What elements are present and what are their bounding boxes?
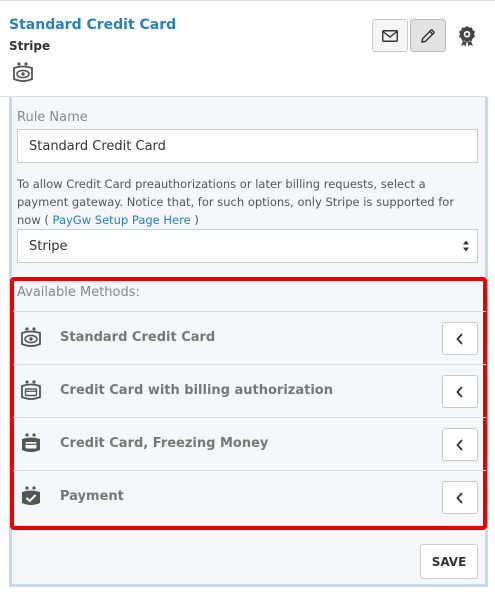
card-filled-wallet-icon	[22, 433, 40, 452]
eye-wallet-icon	[21, 327, 41, 347]
chevron-left-icon	[456, 438, 463, 451]
save-button[interactable]: SAVE	[420, 544, 478, 579]
method-label: Credit Card, Freezing Money	[60, 436, 269, 451]
pencil-icon	[421, 28, 435, 43]
gateway-select-value: Stripe	[29, 238, 68, 254]
rule-name-input[interactable]	[17, 129, 478, 163]
method-label: Standard Credit Card	[60, 330, 216, 345]
chevron-left-icon	[456, 332, 463, 345]
gateway-title: Standard Credit Card	[9, 17, 177, 33]
available-methods-title: Available Methods:	[17, 285, 140, 300]
gateway-header: Standard Credit Card Stripe	[0, 0, 495, 97]
email-button[interactable]	[372, 19, 408, 52]
method-row: Credit Card with billing authorization	[13, 364, 486, 417]
method-label: Credit Card with billing authorization	[60, 383, 333, 398]
method-row: Standard Credit Card	[13, 311, 486, 364]
check-wallet-icon	[22, 486, 40, 505]
method-row: Credit Card, Freezing Money	[13, 417, 486, 470]
edit-button[interactable]	[410, 19, 446, 52]
envelope-icon	[382, 29, 398, 42]
help-text-end: )	[190, 213, 199, 227]
select-arrows-icon	[463, 240, 469, 252]
paygw-setup-link[interactable]: PayGw Setup Page Here	[53, 213, 191, 227]
chevron-left-icon	[456, 491, 463, 504]
rule-name-label: Rule Name	[17, 110, 88, 125]
award-badge-icon[interactable]	[457, 25, 477, 47]
method-select-button[interactable]	[442, 375, 478, 408]
gateway-help-text: To allow Credit Card preauthorizations o…	[17, 175, 479, 229]
method-row: Payment	[13, 470, 486, 523]
method-label: Payment	[60, 489, 124, 504]
eye-wallet-icon	[13, 62, 33, 82]
card-outline-wallet-icon	[21, 380, 41, 400]
method-select-button[interactable]	[442, 481, 478, 514]
chevron-left-icon	[456, 385, 463, 398]
gateway-subtitle: Stripe	[9, 39, 51, 53]
method-select-button[interactable]	[442, 322, 478, 355]
method-select-button[interactable]	[442, 428, 478, 461]
gateway-select[interactable]: Stripe	[17, 229, 478, 263]
